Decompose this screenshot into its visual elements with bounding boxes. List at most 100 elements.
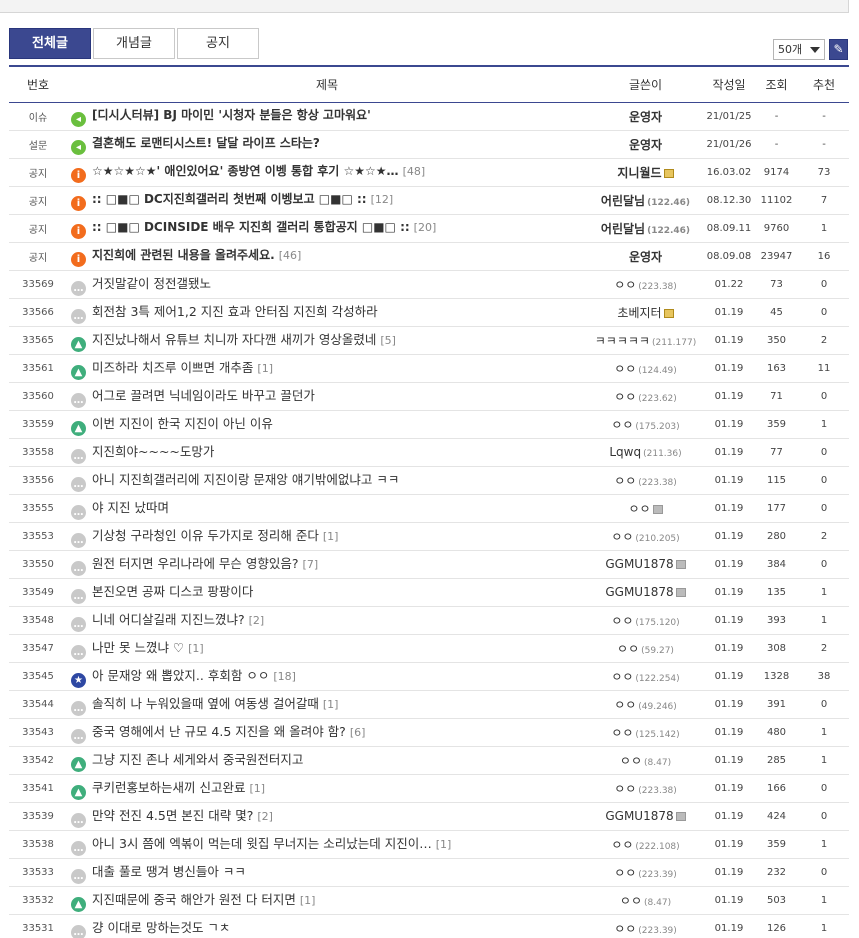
post-title-cell[interactable]: ◂ [디시人터뷰] BJ 마이민 '시청자 분들은 항상 고마워요'	[67, 102, 587, 130]
post-writer[interactable]: ㅇㅇ (122.254)	[587, 662, 704, 690]
post-title-cell[interactable]: ★ 아 문재앙 왜 뽑았지.. 후회함 ㅇㅇ [18]	[67, 662, 587, 690]
post-writer[interactable]: ㅇㅇ (223.39)	[587, 858, 704, 886]
post-writer[interactable]: ㅇㅇ (223.38)	[587, 466, 704, 494]
reply-count[interactable]: [18]	[273, 670, 296, 683]
post-title-cell[interactable]: ▲ 지진났나해서 유튜브 치니까 자다깬 새끼가 영상올렸네 [5]	[67, 326, 587, 354]
post-writer[interactable]: 운영자	[587, 130, 704, 158]
post-writer[interactable]: 운영자	[587, 242, 704, 270]
post-writer[interactable]: ㅇㅇ (8.47)	[587, 886, 704, 914]
post-title-link[interactable]: 걍 이대로 망하는것도 ㄱㅊ	[92, 920, 230, 935]
post-title-link[interactable]: 결혼해도 로맨티시스트! 달달 라이프 스타는?	[92, 136, 320, 150]
post-writer[interactable]: 운영자	[587, 102, 704, 130]
write-button[interactable]: ✎	[829, 39, 848, 60]
post-title-link[interactable]: 솔직히 나 누워있을때 옆에 여동생 걸어갈때	[92, 696, 319, 711]
list-size-select[interactable]: 50개	[773, 39, 825, 60]
post-title-cell[interactable]: … 아니 3시 쯤에 엑볶이 먹는데 윗집 무너지는 소리났는데 지진이… [1]	[67, 830, 587, 858]
post-writer[interactable]: GGMU1878	[587, 802, 704, 830]
writer-nickname[interactable]: ㅇㅇ	[611, 726, 633, 740]
post-title-link[interactable]: 기상청 구라청인 이유 두가지로 정리해 준다	[92, 528, 319, 543]
writer-nickname[interactable]: ㅇㅇ	[614, 362, 636, 376]
post-title-link[interactable]: ☆★☆★☆★' 애인있어요' 종방연 이벵 통합 후기 ☆★☆★…	[92, 164, 399, 178]
writer-nickname[interactable]: ㅇㅇ	[614, 782, 636, 796]
writer-nickname[interactable]: 어린달님	[601, 222, 645, 236]
post-title-cell[interactable]: … 대출 풀로 땡겨 병신들아 ㅋㅋ	[67, 858, 587, 886]
post-title-link[interactable]: 지진희에 관련된 내용을 올려주세요.	[92, 248, 275, 262]
post-title-link[interactable]: 아니 3시 쯤에 엑볶이 먹는데 윗집 무너지는 소리났는데 지진이…	[92, 836, 432, 851]
reply-count[interactable]: [1]	[436, 838, 452, 851]
post-title-link[interactable]: 미즈하라 치즈루 이쁘면 개추좀	[92, 360, 253, 375]
post-writer[interactable]: ㅋㅋㅋㅋㅋ (211.177)	[587, 326, 704, 354]
post-writer[interactable]: 어린달님 (122.46)	[587, 214, 704, 242]
writer-nickname[interactable]: ㅇㅇ	[614, 474, 636, 488]
post-title-cell[interactable]: … 나만 못 느꼈냐 ♡ [1]	[67, 634, 587, 662]
writer-nickname[interactable]: ㅇㅇ	[611, 670, 633, 684]
post-title-link[interactable]: 아 문재앙 왜 뽑았지.. 후회함 ㅇㅇ	[92, 668, 269, 683]
post-writer[interactable]: ㅇㅇ (175.120)	[587, 606, 704, 634]
post-title-cell[interactable]: ◂ 결혼해도 로맨티시스트! 달달 라이프 스타는?	[67, 130, 587, 158]
post-title-link[interactable]: 중국 영해에서 난 규모 4.5 지진을 왜 올려야 함?	[92, 724, 346, 739]
post-title-link[interactable]: 니네 어디살길래 지진느꼈냐?	[92, 612, 245, 627]
reply-count[interactable]: [1]	[300, 894, 316, 907]
post-title-link[interactable]: 지진때문에 중국 해안가 원전 다 터지면	[92, 892, 296, 907]
post-title-cell[interactable]: … 솔직히 나 누워있을때 옆에 여동생 걸어갈때 [1]	[67, 690, 587, 718]
reply-count[interactable]: [2]	[249, 614, 265, 627]
writer-nickname[interactable]: ㅇㅇ	[614, 278, 636, 292]
post-title-cell[interactable]: i 지진희에 관련된 내용을 올려주세요. [46]	[67, 242, 587, 270]
post-writer[interactable]: ㅇㅇ (223.38)	[587, 270, 704, 298]
writer-nickname[interactable]: ㅇㅇ	[614, 922, 636, 936]
reply-count[interactable]: [6]	[350, 726, 366, 739]
post-title-link[interactable]: [디시人터뷰] BJ 마이민 '시청자 분들은 항상 고마워요'	[92, 108, 371, 122]
post-title-link[interactable]: 대출 풀로 땡겨 병신들아 ㅋㅋ	[92, 864, 246, 879]
post-title-cell[interactable]: ▲ 그냥 지진 존나 세게와서 중국원전터지고	[67, 746, 587, 774]
post-title-cell[interactable]: … 아니 지진희갤러리에 지진이랑 문재앙 얘기밖에없냐고 ㅋㅋ	[67, 466, 587, 494]
post-writer[interactable]: ㅇㅇ (222.108)	[587, 830, 704, 858]
post-title-link[interactable]: 본진오면 공짜 디스코 팡팡이다	[92, 584, 253, 599]
post-title-link[interactable]: 지진났나해서 유튜브 치니까 자다깬 새끼가 영상올렸네	[92, 332, 376, 347]
writer-nickname[interactable]: ㅇㅇ	[611, 530, 633, 544]
writer-nickname[interactable]: 운영자	[629, 110, 662, 124]
post-title-link[interactable]: 거짓말같이 정전갤됐노	[92, 276, 211, 291]
post-writer[interactable]: ㅇㅇ (223.38)	[587, 774, 704, 802]
reply-count[interactable]: [46]	[279, 249, 302, 262]
post-title-cell[interactable]: … 만약 전진 4.5면 본진 대략 몇? [2]	[67, 802, 587, 830]
writer-nickname[interactable]: 어린달님	[601, 194, 645, 208]
post-title-cell[interactable]: … 본진오면 공짜 디스코 팡팡이다	[67, 578, 587, 606]
writer-nickname[interactable]: Lqwq	[609, 445, 641, 459]
reply-count[interactable]: [1]	[249, 782, 265, 795]
writer-nickname[interactable]: GGMU1878	[605, 585, 673, 599]
post-writer[interactable]: ㅇㅇ (223.39)	[587, 914, 704, 938]
post-title-cell[interactable]: … 지진희야~~~~도망가	[67, 438, 587, 466]
post-title-cell[interactable]: … 회전참 3특 제어1,2 지진 효과 안터짐 지진희 각성하라	[67, 298, 587, 326]
writer-nickname[interactable]: GGMU1878	[605, 809, 673, 823]
post-title-link[interactable]: 원전 터지면 우리나라에 무슨 영향있음?	[92, 556, 299, 571]
post-writer[interactable]: ㅇㅇ (223.62)	[587, 382, 704, 410]
reply-count[interactable]: [5]	[380, 334, 396, 347]
writer-nickname[interactable]: ㅇㅇ	[628, 502, 650, 516]
post-title-link[interactable]: 만약 전진 4.5면 본진 대략 몇?	[92, 808, 253, 823]
writer-nickname[interactable]: ㅇㅇ	[614, 698, 636, 712]
reply-count[interactable]: [12]	[371, 193, 394, 206]
post-title-cell[interactable]: i ☆★☆★☆★' 애인있어요' 종방연 이벵 통합 후기 ☆★☆★… [48]	[67, 158, 587, 186]
writer-nickname[interactable]: ㅇㅇ	[611, 838, 633, 852]
post-writer[interactable]: ㅇㅇ (8.47)	[587, 746, 704, 774]
reply-count[interactable]: [7]	[303, 558, 319, 571]
post-title-cell[interactable]: … 야 지진 났따며	[67, 494, 587, 522]
post-title-cell[interactable]: ▲ 이번 지진이 한국 지진이 아닌 이유	[67, 410, 587, 438]
post-title-link[interactable]: 야 지진 났따며	[92, 500, 169, 515]
writer-nickname[interactable]: 운영자	[629, 138, 662, 152]
post-writer[interactable]: ㅇㅇ (210.205)	[587, 522, 704, 550]
post-writer[interactable]: ㅇㅇ (49.246)	[587, 690, 704, 718]
writer-nickname[interactable]: ㅇㅇ	[620, 754, 642, 768]
post-writer[interactable]: 초베지터	[587, 298, 704, 326]
reply-count[interactable]: [20]	[414, 221, 437, 234]
reply-count[interactable]: [1]	[323, 698, 339, 711]
post-title-cell[interactable]: i:: □■□ DC지진희갤러리 첫번째 이벵보고 □■□ :: [12]	[67, 186, 587, 214]
post-title-cell[interactable]: ▲ 미즈하라 치즈루 이쁘면 개추좀 [1]	[67, 354, 587, 382]
post-title-link[interactable]: 회전참 3특 제어1,2 지진 효과 안터짐 지진희 각성하라	[92, 304, 378, 319]
post-writer[interactable]: ㅇㅇ (175.203)	[587, 410, 704, 438]
tab-all-posts[interactable]: 전체글	[9, 28, 91, 59]
reply-count[interactable]: [1]	[323, 530, 339, 543]
post-writer[interactable]: GGMU1878	[587, 578, 704, 606]
post-title-link[interactable]: :: □■□ DC지진희갤러리 첫번째 이벵보고 □■□ ::	[92, 192, 367, 206]
writer-nickname[interactable]: ㅇㅇ	[611, 418, 633, 432]
